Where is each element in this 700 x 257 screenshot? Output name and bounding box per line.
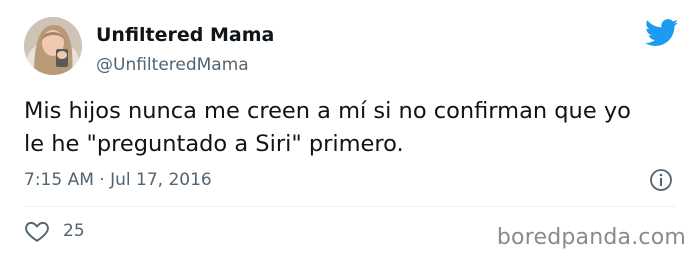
author-handle[interactable]: @UnfilteredMama [96, 54, 274, 76]
tweet-timestamp[interactable]: 7:15 AM · Jul 17, 2016 [24, 168, 212, 192]
avatar[interactable] [24, 17, 82, 75]
tweet-author: Unfiltered Mama @UnfilteredMama [96, 24, 274, 76]
info-icon[interactable] [649, 168, 673, 192]
heart-icon[interactable] [24, 218, 50, 244]
tweet-text: Mis hijos nunca me creen a mí si no conf… [24, 98, 631, 157]
avatar-photo [24, 17, 82, 75]
like-count: 25 [63, 221, 85, 241]
watermark: boredpanda.com [496, 225, 686, 250]
author-display-name[interactable]: Unfiltered Mama [96, 24, 274, 46]
twitter-bird-icon[interactable] [645, 19, 679, 47]
tweet-card: Unfiltered Mama @UnfilteredMama Mis hijo… [0, 0, 700, 257]
divider [24, 206, 676, 207]
